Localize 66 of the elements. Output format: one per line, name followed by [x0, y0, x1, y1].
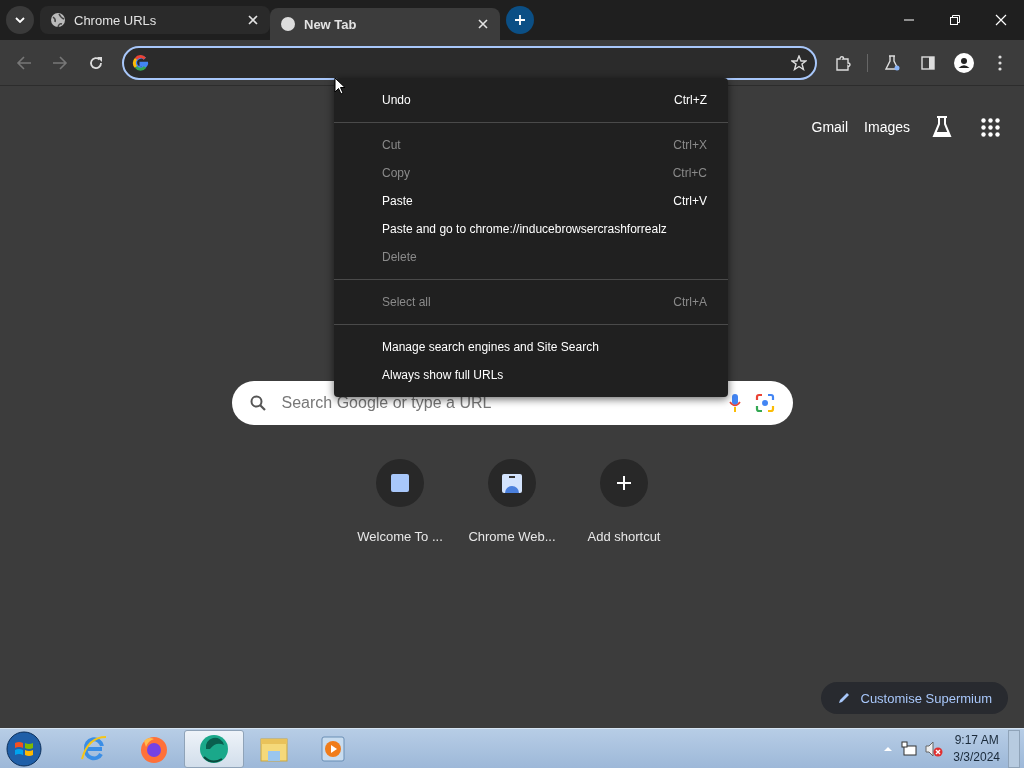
- arrow-right-icon: [52, 54, 68, 71]
- shortcut-tile[interactable]: Chrome Web...: [460, 459, 564, 544]
- keyboard-shortcut: Ctrl+A: [673, 295, 707, 309]
- restore-icon: [949, 14, 961, 26]
- header-link[interactable]: Images: [864, 119, 910, 135]
- plus-icon: [514, 14, 526, 26]
- network-icon[interactable]: [901, 740, 918, 757]
- header-link[interactable]: Gmail: [811, 119, 849, 135]
- keyboard-shortcut: Ctrl+X: [673, 138, 707, 152]
- speaker-muted-icon[interactable]: [925, 740, 944, 757]
- clock-date: 3/3/2024: [953, 748, 1000, 766]
- browser-tab[interactable]: New Tab: [270, 8, 500, 40]
- menu-item-label: Copy: [382, 166, 410, 180]
- square-icon: [388, 471, 412, 495]
- menu-item-label: Delete: [382, 250, 417, 264]
- menu-item[interactable]: Paste and go to chrome://inducebrowsercrashforrealz: [334, 215, 728, 243]
- arrow-left-icon: [16, 54, 32, 71]
- keyboard-shortcut: Ctrl+C: [672, 166, 707, 180]
- menu-item-label: Cut: [382, 138, 401, 152]
- camera-icon[interactable]: [754, 393, 775, 413]
- flask-icon: [932, 116, 952, 138]
- start-button[interactable]: [4, 728, 44, 768]
- side-panel-icon: [920, 54, 936, 71]
- tab-search-button[interactable]: [6, 6, 34, 34]
- microphone-icon[interactable]: [728, 393, 741, 413]
- shortcut-tile[interactable]: Add shortcut: [572, 459, 676, 544]
- grid-icon: [980, 117, 1000, 137]
- address-bar[interactable]: [122, 45, 817, 80]
- windows-logo-icon: [6, 730, 42, 767]
- person-icon: [954, 52, 974, 73]
- close-icon: [995, 14, 1007, 26]
- menu-item-label: Paste and go to chrome://inducebrowsercrashforrealz: [382, 222, 667, 236]
- cursor-icon: [334, 77, 346, 95]
- star-icon[interactable]: [791, 54, 807, 71]
- menu-item-label: Always show full URLs: [382, 368, 504, 382]
- menu-item-label: Select all: [382, 295, 431, 309]
- flask-icon: [884, 54, 900, 71]
- close-icon: [476, 17, 490, 31]
- menu-item[interactable]: Undo Ctrl+Z: [334, 86, 728, 114]
- menu-item[interactable]: Paste Ctrl+V: [334, 187, 728, 215]
- taskbar-clock[interactable]: 9:17 AM 3/3/2024: [953, 731, 1000, 766]
- new-tab-button[interactable]: [506, 6, 534, 34]
- browser-tab[interactable]: Chrome URLs: [40, 6, 270, 34]
- page-icon: [280, 16, 296, 32]
- keyboard-shortcut: Ctrl+V: [673, 194, 707, 208]
- close-icon: [246, 13, 260, 27]
- kebab-menu-icon: [998, 54, 1002, 71]
- menu-item-label: Undo: [382, 93, 411, 107]
- shortcut-tile[interactable]: Welcome To ...: [348, 459, 452, 544]
- plus-icon: [616, 475, 632, 491]
- chevron-down-icon: [15, 17, 25, 23]
- google-logo-icon: [132, 53, 150, 72]
- menu-item[interactable]: Manage search engines and Site Search: [334, 333, 728, 361]
- taskbar-app[interactable]: [184, 729, 244, 768]
- customise-button[interactable]: Customise Supermium: [820, 682, 1008, 714]
- globe-icon: [50, 12, 66, 28]
- store-icon: [500, 471, 524, 495]
- search-icon: [249, 395, 266, 411]
- swirl-browser-icon: [198, 732, 230, 765]
- keyboard-shortcut: Ctrl+Z: [674, 93, 707, 107]
- reload-icon: [88, 54, 104, 71]
- pencil-icon: [836, 691, 851, 705]
- menu-item-label: Manage search engines and Site Search: [382, 340, 599, 354]
- clock-time: 9:17 AM: [954, 731, 999, 749]
- menu-item-label: Paste: [382, 194, 413, 208]
- puzzle-icon: [835, 54, 851, 71]
